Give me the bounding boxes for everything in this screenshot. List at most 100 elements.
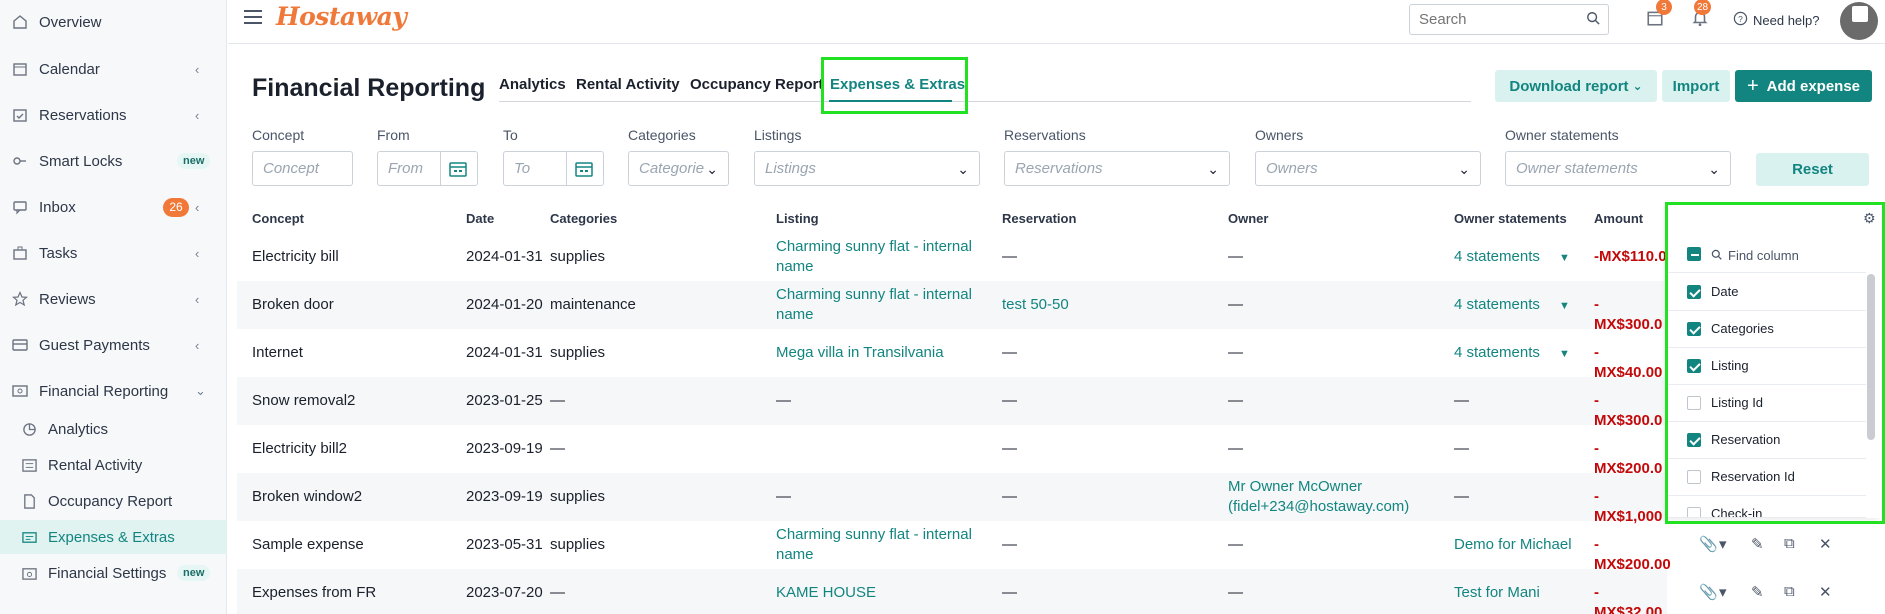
download-report-button[interactable]: Download report ⌄ bbox=[1495, 70, 1657, 102]
sidebar-item-tasks[interactable]: Tasks ‹ bbox=[0, 233, 227, 273]
add-expense-button[interactable]: + Add expense bbox=[1735, 70, 1872, 102]
help-link[interactable]: ? Need help? bbox=[1733, 11, 1820, 29]
concept-filter-input[interactable]: Concept bbox=[252, 151, 353, 186]
calendar-count-badge: 3 bbox=[1656, 0, 1672, 15]
reservations-select[interactable]: Reservations ⌄ bbox=[1004, 151, 1230, 186]
inbox-count-badge: 26 bbox=[163, 197, 189, 217]
delete-icon[interactable]: ✕ bbox=[1819, 535, 1832, 553]
owner-cell-line-1: — bbox=[1228, 344, 1243, 361]
reservation-cell[interactable]: test 50-50 bbox=[1002, 295, 1069, 315]
tab-occupancy-report[interactable]: Occupancy Report bbox=[690, 76, 823, 93]
sidebar-subitem-rental-activity[interactable]: Rental Activity bbox=[0, 448, 227, 482]
caret-down-icon[interactable]: ▾ bbox=[1719, 583, 1727, 601]
owner-statements-cell[interactable]: Demo for Michael bbox=[1454, 535, 1572, 555]
sidebar-item-reviews[interactable]: Reviews ‹ bbox=[0, 279, 227, 319]
owner-statements-cell[interactable]: Test for Mani bbox=[1454, 583, 1540, 603]
delete-icon[interactable]: ✕ bbox=[1819, 583, 1832, 601]
search-icon[interactable] bbox=[1586, 11, 1600, 30]
table-row[interactable]: Broken window2 2023-09-19 supplies — — Mr Own… bbox=[237, 473, 1667, 525]
category-cell: supplies bbox=[550, 344, 606, 361]
table-row[interactable]: Electricity bill2 2023-09-19— — — — -MX$200.0 bbox=[237, 425, 1667, 477]
hamburger-menu-icon[interactable] bbox=[244, 10, 262, 26]
column-header-concept[interactable]: Concept bbox=[252, 211, 304, 226]
sidebar-item-financial-reporting[interactable]: Financial Reporting ⌄ bbox=[0, 371, 227, 411]
column-header-categories[interactable]: Categories bbox=[550, 211, 617, 226]
column-header-owner[interactable]: Owner bbox=[1228, 211, 1268, 226]
import-button[interactable]: Import bbox=[1662, 70, 1730, 102]
owner-statements-cell[interactable]: 4 statements bbox=[1454, 343, 1540, 363]
sidebar-subitem-analytics[interactable]: Analytics bbox=[0, 412, 227, 446]
reset-button[interactable]: Reset bbox=[1756, 153, 1869, 186]
table-row[interactable]: Sample expense 2023-05-31 supplies Charming… bbox=[237, 521, 1832, 573]
owner-statements-cell[interactable]: 4 statements bbox=[1454, 247, 1540, 267]
caret-down-icon[interactable]: ▾ bbox=[1719, 535, 1727, 553]
sidebar-item-label: Reservations bbox=[39, 106, 127, 124]
sidebar-subitem-financial-settings[interactable]: Financial Settings new bbox=[0, 556, 227, 590]
listing-cell[interactable]: Charming sunny flat - internal name bbox=[776, 525, 972, 565]
sidebar-subitem-occupancy-report[interactable]: Occupancy Report bbox=[0, 484, 227, 518]
copy-icon[interactable]: ⧉ bbox=[1784, 583, 1795, 600]
sidebar-item-smart-locks[interactable]: Smart Locks new bbox=[0, 141, 227, 181]
listings-select[interactable]: Listings ⌄ bbox=[754, 151, 980, 186]
table-row[interactable]: Internet 2024-01-31 supplies Mega villa in … bbox=[237, 329, 1667, 381]
column-header-amount[interactable]: Amount bbox=[1594, 211, 1643, 226]
listing-cell[interactable]: Charming sunny flat - internal name bbox=[776, 285, 972, 325]
date-cell: 2023-05-31 bbox=[466, 536, 543, 553]
listing-cell-line-2: name bbox=[776, 306, 814, 323]
listing-cell: — bbox=[776, 391, 791, 411]
edit-icon[interactable]: ✎ bbox=[1751, 583, 1764, 601]
column-header-reservation[interactable]: Reservation bbox=[1002, 211, 1076, 226]
owners-select[interactable]: Owners ⌄ bbox=[1255, 151, 1481, 186]
calendar-icon[interactable] bbox=[575, 161, 593, 177]
avatar[interactable] bbox=[1840, 2, 1878, 40]
attachment-icon[interactable]: 📎 bbox=[1699, 535, 1718, 553]
edit-icon[interactable]: ✎ bbox=[1751, 535, 1764, 553]
chevron-down-icon: ⌄ bbox=[195, 383, 206, 398]
sidebar-item-overview[interactable]: Overview bbox=[0, 2, 227, 42]
copy-icon[interactable]: ⧉ bbox=[1784, 535, 1795, 552]
category-cell: maintenance bbox=[550, 296, 636, 313]
to-placeholder: To bbox=[514, 160, 531, 177]
listing-cell[interactable]: KAME HOUSE bbox=[776, 583, 876, 603]
owner-statements-select[interactable]: Owner statements ⌄ bbox=[1505, 151, 1731, 186]
table-row[interactable]: Snow removal2 2023-01-25— — — — — -MX$300.0 bbox=[237, 377, 1667, 429]
listing-cell-line-1: KAME HOUSE bbox=[776, 584, 877, 601]
sidebar-item-calendar[interactable]: Calendar ‹ bbox=[0, 49, 227, 89]
listings-placeholder: Listings bbox=[765, 160, 816, 177]
tab-rental-activity[interactable]: Rental Activity bbox=[576, 76, 680, 93]
hostaway-logo[interactable]: Hostaway bbox=[276, 2, 407, 31]
owner-cell: — bbox=[1228, 583, 1243, 603]
listing-cell[interactable]: Mega villa in Transilvania bbox=[776, 343, 944, 363]
categories-select[interactable]: Categorie ⌄ bbox=[628, 151, 729, 186]
column-header-listing[interactable]: Listing bbox=[776, 211, 819, 226]
sidebar-subitem-expenses-extras[interactable]: Expenses & Extras bbox=[0, 520, 227, 554]
column-header-date[interactable]: Date bbox=[466, 211, 494, 226]
caret-down-icon[interactable]: ▼ bbox=[1559, 248, 1570, 268]
calendar-icon[interactable] bbox=[449, 161, 467, 177]
table-row[interactable]: Broken door 2024-01-20 maintenance Charming… bbox=[237, 281, 1667, 333]
date-cell: 2024-01-31 bbox=[466, 248, 543, 265]
listing-cell[interactable]: Charming sunny flat - internal name bbox=[776, 237, 972, 277]
owner-cell: — bbox=[1228, 343, 1243, 363]
sidebar-item-reservations[interactable]: Reservations ‹ bbox=[0, 95, 227, 135]
attachment-icon[interactable]: 📎 bbox=[1699, 583, 1718, 601]
calendar-icon bbox=[11, 60, 29, 78]
concept-filter-label: Concept bbox=[252, 127, 305, 143]
table-row[interactable]: Electricity bill 2024-01-31 supplies Charmi… bbox=[237, 233, 1667, 281]
reservations-filter-label: Reservations bbox=[1004, 127, 1086, 143]
caret-down-icon[interactable]: ▼ bbox=[1559, 296, 1570, 316]
tab-analytics[interactable]: Analytics bbox=[499, 76, 566, 93]
search-input[interactable] bbox=[1409, 4, 1609, 35]
table-row[interactable]: Expenses from FR 2023-07-20 — KAME HOUSE — — T… bbox=[237, 569, 1832, 614]
sidebar-item-inbox[interactable]: Inbox 26 ‹ bbox=[0, 187, 227, 227]
category-cell: — bbox=[550, 584, 565, 601]
owner-statements-cell[interactable]: 4 statements bbox=[1454, 295, 1540, 315]
date-cell: 2024-01-31 bbox=[466, 344, 543, 361]
caret-down-icon[interactable]: ▼ bbox=[1559, 344, 1570, 364]
sidebar-item-guest-payments[interactable]: Guest Payments ‹ bbox=[0, 325, 227, 365]
owner-cell: — bbox=[1228, 295, 1243, 315]
column-header-owner-statements[interactable]: Owner statements bbox=[1454, 211, 1567, 226]
from-date-input[interactable]: From bbox=[377, 151, 478, 186]
owner-cell[interactable]: Mr Owner McOwner (fidel+234@hostaway.com) bbox=[1228, 477, 1409, 517]
to-date-input[interactable]: To bbox=[503, 151, 604, 186]
